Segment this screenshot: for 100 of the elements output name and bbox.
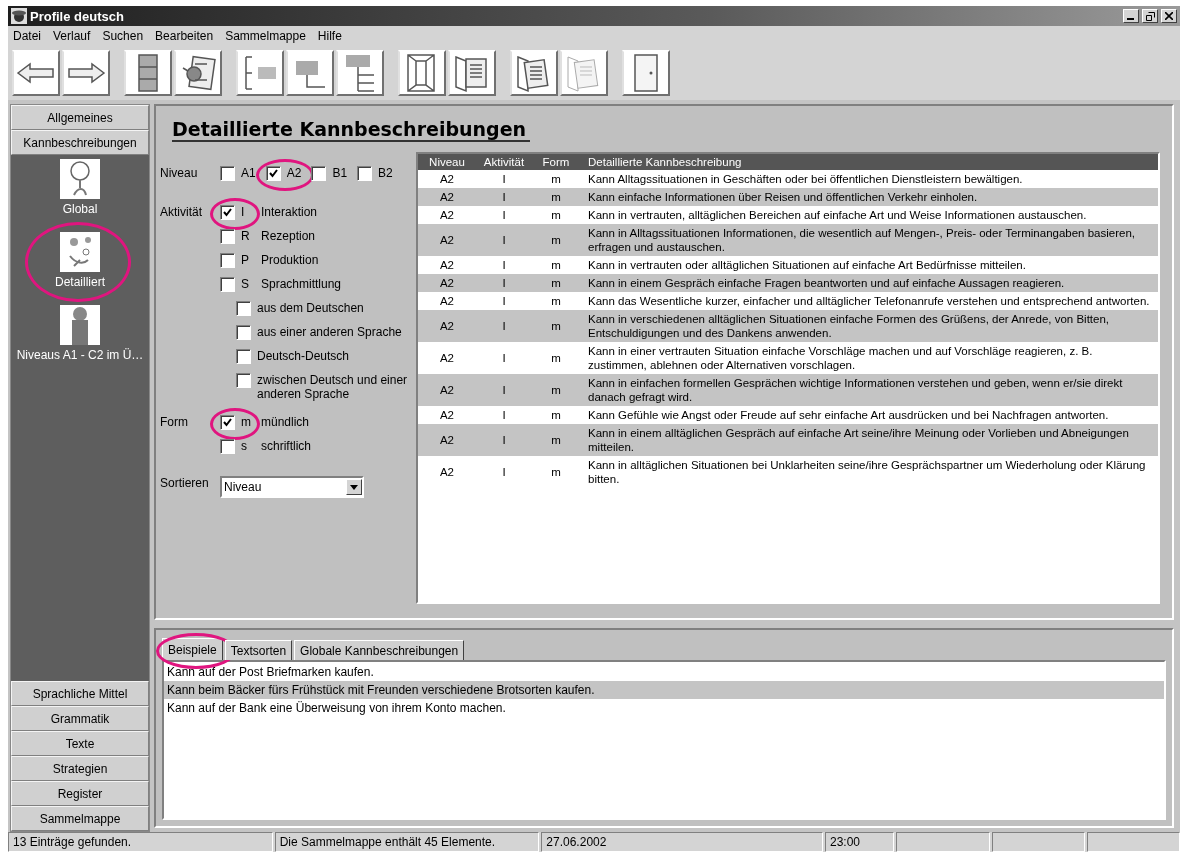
toolbar-button[interactable] (398, 50, 446, 96)
toolbar-button[interactable] (560, 50, 608, 96)
sidebar-button[interactable]: Grammatik (11, 706, 149, 731)
table-cell: A2 (418, 206, 476, 224)
toolbar-button[interactable] (174, 50, 222, 96)
checkbox[interactable] (236, 349, 251, 364)
table-cell: I (476, 170, 532, 188)
status-panel: 23:00 (825, 832, 895, 852)
menu-item[interactable]: Datei (13, 29, 41, 43)
table-cell: I (476, 406, 532, 424)
table-cell: Kann Alltagssituationen in Geschäften oder bei öffentlichen Dienstleistern bewältigen. (580, 170, 1158, 188)
checkbox[interactable] (311, 166, 327, 181)
sort-dropdown[interactable]: Niveau (220, 476, 364, 498)
table-cell: A2 (418, 342, 476, 374)
column-header[interactable]: Form (532, 154, 580, 170)
table-cell: A2 (418, 188, 476, 206)
table-cell: I (476, 342, 532, 374)
table-cell: I (476, 374, 532, 406)
option-code: S (241, 277, 250, 291)
table-cell: A2 (418, 374, 476, 406)
status-panel: 27.06.2002 (541, 832, 823, 852)
toolbar-button[interactable] (448, 50, 496, 96)
sidebar-button[interactable]: Texte (11, 731, 149, 756)
sidebar-button[interactable]: Sammelmappe (11, 806, 149, 831)
table-cell: m (532, 374, 580, 406)
minimize-button[interactable] (1123, 9, 1139, 23)
column-header[interactable]: Detaillierte Kannbeschreibung (580, 154, 1158, 170)
sidebar-button[interactable]: Allgemeines (11, 105, 149, 130)
table-cell: Kann Gefühle wie Angst oder Freude auf sehr einfache Art ausdrücken und bei Nachfragen antworten. (580, 406, 1158, 424)
option-code: P (241, 253, 250, 267)
table-cell: Kann in einem alltäglichen Gespräch auf einfache Art seine/ihre Meinung oder Vorlieben und Abneigungen mitteilen. (580, 424, 1158, 456)
checkbox[interactable] (220, 415, 235, 430)
table-cell: A2 (418, 256, 476, 274)
restore-icon (1145, 11, 1155, 21)
checkbox[interactable] (236, 373, 251, 388)
sidebar-button[interactable]: Strategien (11, 756, 149, 781)
checkbox-label: Deutsch-Deutsch (257, 349, 350, 363)
checkbox[interactable] (357, 166, 373, 181)
checkbox[interactable] (220, 277, 235, 292)
option-code: R (241, 229, 251, 243)
table-cell: Kann in einfachen formellen Gesprächen wichtige Informationen verstehen und geben, wenn er/sie direkt danach gefragt wird. (580, 374, 1158, 406)
toolbar-button[interactable] (236, 50, 284, 96)
toolbar-button[interactable] (62, 50, 110, 96)
tab[interactable]: Textsorten (224, 640, 293, 660)
toolbar-button[interactable] (124, 50, 172, 96)
checkbox[interactable] (236, 325, 251, 340)
close-button[interactable] (1161, 9, 1177, 23)
toolbar-button[interactable] (510, 50, 558, 96)
stacked-blocks-icon (136, 53, 160, 93)
menu-item[interactable]: Sammelmappe (225, 29, 306, 43)
sidebar-item-label[interactable]: Detailliert (55, 275, 105, 289)
checkbox-label: Sprachmittlung (261, 277, 342, 291)
table-cell: Kann in verschiedenen alltäglichen Situationen einfache Formen des Grüßens, der Anrede, von Bitten, Entschuldigungen und des Dankens anwenden. (580, 310, 1158, 342)
table-cell: m (532, 292, 580, 310)
checkbox-label: aus dem Deutschen (257, 301, 364, 315)
table-cell: m (532, 424, 580, 456)
menu-item[interactable]: Suchen (102, 29, 144, 43)
list-item[interactable]: Kann beim Bäcker fürs Frühstück mit Freunden verschiedene Brotsorten kaufen. (164, 681, 1164, 699)
checkbox[interactable] (220, 439, 235, 454)
toolbar-button[interactable] (622, 50, 670, 96)
table-cell: A2 (418, 170, 476, 188)
sidebar-button[interactable]: Sprachliche Mittel (11, 681, 149, 706)
checkbox[interactable] (220, 166, 235, 181)
checkbox-label: B1 (332, 166, 348, 180)
sidebar-item-label[interactable]: Niveaus A1 - C2 im Ü… (16, 348, 144, 362)
option-code: s (241, 439, 248, 453)
left-arrow-icon (16, 61, 56, 85)
tab[interactable]: Beispiele (162, 638, 223, 660)
restore-button[interactable] (1142, 9, 1158, 23)
column-header[interactable]: Aktivität (476, 154, 532, 170)
table-cell: m (532, 256, 580, 274)
checkbox[interactable] (265, 166, 281, 181)
column-header[interactable]: Niveau (418, 154, 476, 170)
table-cell: A2 (418, 406, 476, 424)
status-panel: Die Sammelmappe enthält 45 Elemente. (274, 832, 540, 852)
toolbar-button[interactable] (286, 50, 334, 96)
menu-item[interactable]: Verlauf (53, 29, 91, 43)
toolbar-button[interactable] (12, 50, 60, 96)
table-cell: Kann in vertrauten, alltäglichen Bereichen auf einfache Art und Weise Informationen austauschen. (580, 206, 1158, 224)
table-cell: m (532, 406, 580, 424)
sidebar-button[interactable]: Kannbeschreibungen (11, 130, 149, 155)
table-cell: m (532, 274, 580, 292)
toolbar-button[interactable] (336, 50, 384, 96)
table-cell: Kann in einem Gespräch einfache Fragen beantworten und auf einfache Aussagen reagieren. (580, 274, 1158, 292)
tab[interactable]: Globale Kannbeschreibungen (294, 640, 465, 660)
menu-item[interactable]: Bearbeiten (155, 29, 214, 43)
filter-label: Aktivität (160, 205, 203, 221)
table-cell: I (476, 256, 532, 274)
sidebar-button[interactable]: Register (11, 781, 149, 806)
checkbox[interactable] (220, 253, 235, 268)
table-cell: A2 (418, 224, 476, 256)
checkbox[interactable] (220, 229, 235, 244)
checkbox[interactable] (236, 301, 251, 316)
checkbox-label: Interaktion (261, 205, 318, 219)
close-icon (1165, 12, 1173, 20)
table-cell: I (476, 310, 532, 342)
checkbox[interactable] (220, 205, 235, 220)
filter-label: Niveau (160, 166, 199, 181)
sidebar-item-label[interactable]: Global (62, 202, 98, 216)
menu-item[interactable]: Hilfe (317, 29, 342, 43)
